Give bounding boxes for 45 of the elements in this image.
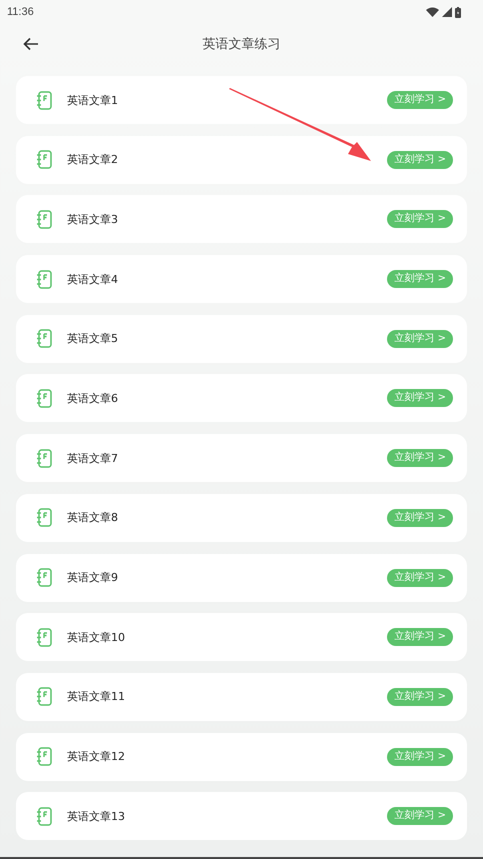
article-card[interactable]: 英语文章9 立刻学习 >: [16, 554, 467, 602]
notebook-icon: [36, 628, 52, 647]
notebook-icon: [36, 90, 52, 110]
page-title: 英语文章练习: [202, 36, 280, 53]
notebook-icon: [36, 806, 52, 826]
article-title: 英语文章3: [67, 212, 119, 227]
article-card[interactable]: 英语文章11 立刻学习 >: [16, 672, 467, 721]
article-title: 英语文章10: [67, 630, 126, 645]
article-card[interactable]: 英语文章5 立刻学习 >: [16, 314, 467, 363]
signal-icon: [442, 7, 452, 17]
battery-icon: [455, 6, 461, 18]
wifi-icon: [426, 7, 439, 17]
article-title: 英语文章11: [67, 689, 126, 704]
article-card[interactable]: 英语文章8 立刻学习 >: [16, 494, 467, 542]
article-title: 英语文章5: [67, 331, 119, 346]
article-card[interactable]: 英语文章1 立刻学习 >: [16, 76, 467, 124]
notebook-icon: [36, 270, 52, 289]
article-card[interactable]: 英语文章4 立刻学习 >: [16, 255, 467, 304]
notebook-icon: [36, 508, 52, 528]
article-card[interactable]: 英语文章10 立刻学习 >: [16, 613, 467, 662]
article-title: 英语文章13: [67, 808, 126, 824]
notebook-icon: [36, 388, 52, 408]
status-time: 11:36: [7, 6, 34, 18]
article-card[interactable]: 英语文章13 立刻学习 >: [16, 792, 467, 840]
notebook-icon: [36, 150, 52, 170]
article-title: 英语文章4: [67, 272, 119, 287]
article-card[interactable]: 英语文章12 立刻学习 >: [16, 732, 467, 781]
article-card[interactable]: 英语文章7 立刻学习 >: [16, 434, 467, 482]
article-title: 英语文章7: [67, 450, 119, 466]
article-title: 英语文章6: [67, 390, 119, 406]
notebook-icon: [36, 568, 52, 587]
article-card[interactable]: 英语文章2 立刻学习 >: [16, 136, 467, 184]
notebook-icon: [36, 210, 52, 229]
article-card[interactable]: 英语文章3 立刻学习 >: [16, 195, 467, 244]
article-title: 英语文章9: [67, 570, 119, 585]
article-card[interactable]: 英语文章6 立刻学习 >: [16, 374, 467, 422]
notebook-icon: [36, 687, 52, 706]
notebook-icon: [36, 448, 52, 468]
article-title: 英语文章2: [67, 152, 119, 168]
notebook-icon: [36, 747, 52, 766]
article-title: 英语文章8: [67, 510, 119, 526]
notebook-icon: [36, 329, 52, 348]
article-title: 英语文章1: [67, 92, 119, 108]
back-arrow-icon[interactable]: [23, 37, 39, 51]
article-title: 英语文章12: [67, 749, 126, 764]
